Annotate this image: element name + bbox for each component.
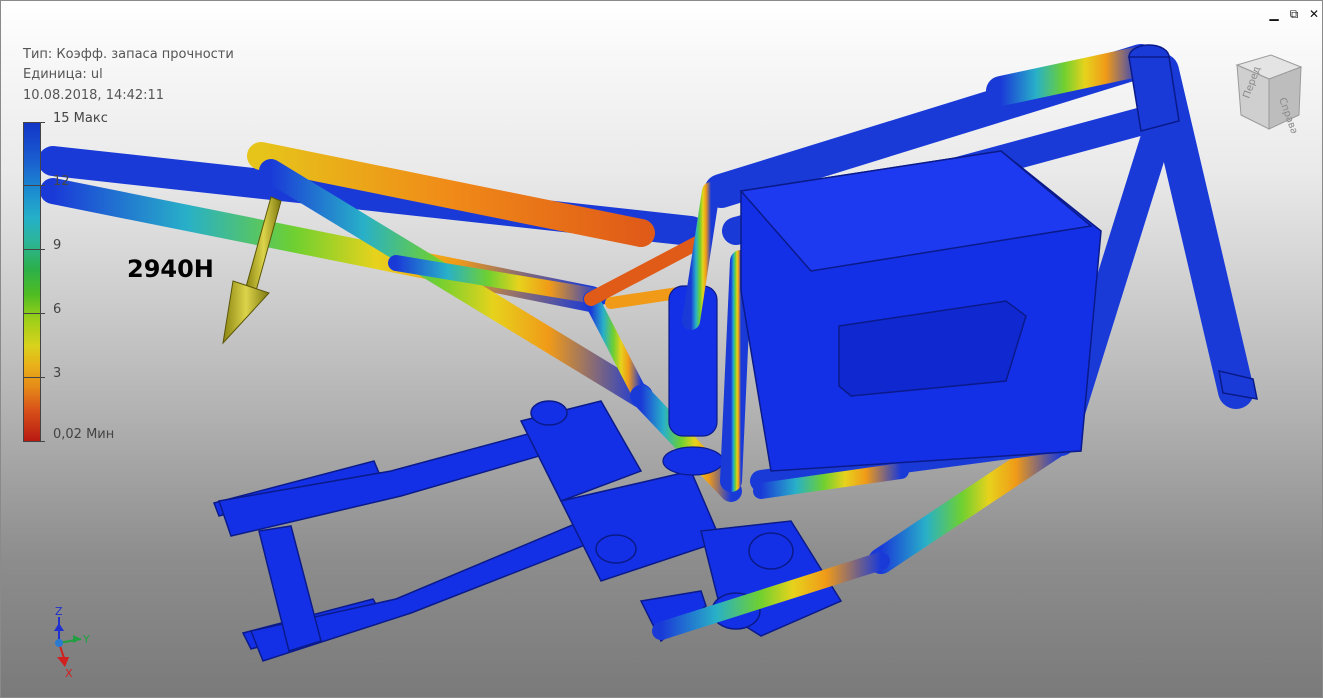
color-legend — [23, 122, 41, 442]
result-datetime: 10.08.2018, 14:42:11 — [23, 88, 165, 103]
x-axis-label: X — [65, 667, 73, 680]
swingarm — [212, 400, 843, 662]
z-axis-label: Z — [55, 605, 63, 618]
legend-tick — [23, 249, 45, 250]
minimize-icon[interactable]: ▁ — [1267, 7, 1281, 21]
frame-model[interactable] — [1, 1, 1323, 698]
load-label: 2940Н — [127, 255, 214, 283]
legend-min-label: 0,02 Мин — [53, 427, 115, 442]
3d-viewport[interactable]: ▁ ⧉ ✕ Тип: Коэфф. запаса прочности Едини… — [0, 0, 1323, 698]
result-unit: Единица: ul — [23, 67, 103, 82]
y-axis-label: Y — [82, 633, 90, 646]
result-type: Тип: Коэфф. запаса прочности — [23, 47, 234, 62]
rear-subframe — [38, 142, 742, 502]
z-axis-arrow — [54, 623, 64, 631]
legend-tick — [23, 313, 45, 314]
y-axis-arrow — [73, 635, 81, 643]
legend-max-label: 15 Макс — [53, 111, 108, 126]
legend-tick — [23, 441, 45, 442]
restore-icon[interactable]: ⧉ — [1287, 7, 1301, 21]
close-icon[interactable]: ✕ — [1307, 7, 1321, 21]
battery-box — [739, 150, 1102, 472]
triad-origin — [55, 639, 63, 647]
legend-tick — [23, 377, 45, 378]
axis-triad: Z Y X — [54, 605, 90, 680]
legend-tick — [23, 185, 45, 186]
legend-tick — [23, 122, 45, 123]
viewcube[interactable]: Перед Справа — [1229, 53, 1307, 133]
legend-tick-label: 12 — [53, 174, 70, 189]
legend-tick-label: 6 — [53, 302, 62, 317]
legend-tick-label: 3 — [53, 366, 62, 381]
legend-tick-label: 9 — [53, 238, 62, 253]
x-axis-arrow — [57, 657, 69, 667]
